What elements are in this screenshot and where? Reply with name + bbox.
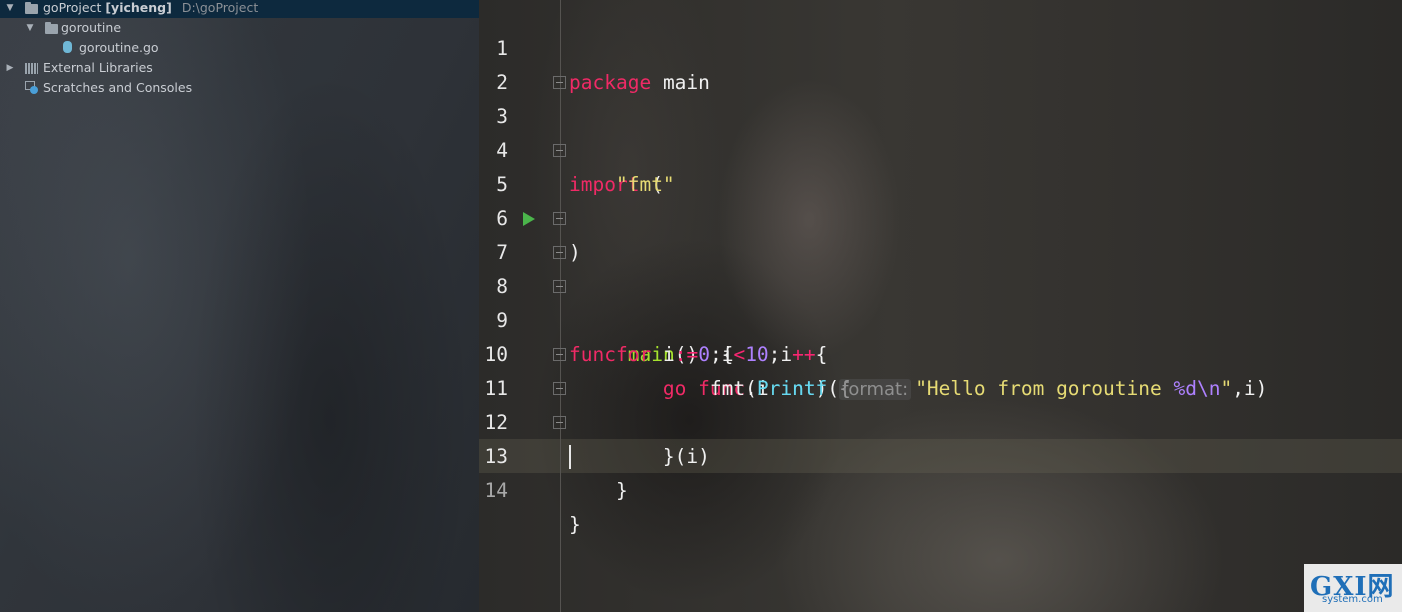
fold-icon[interactable] [553, 348, 566, 361]
external-libraries-label: External Libraries [43, 60, 153, 75]
fold-icon[interactable] [553, 382, 566, 395]
project-tree-panel: ▼ goProject [yicheng] D:\goProject ▼ gor… [0, 0, 479, 612]
code-line[interactable]: 8 for i:=0;i<10;i++{ [479, 236, 1402, 366]
run-icon[interactable] [523, 212, 535, 226]
code-line[interactable]: 9 go func(i int) { [479, 270, 1402, 400]
code-line[interactable]: 12 } [479, 372, 1402, 502]
library-icon [25, 63, 38, 74]
fold-icon[interactable] [553, 76, 566, 89]
text-cursor [569, 445, 571, 469]
code-line[interactable]: 1 package main [479, 0, 1402, 94]
chevron-down-icon[interactable]: ▼ [24, 18, 36, 38]
scratches-label: Scratches and Consoles [43, 80, 193, 95]
tree-item-scratches[interactable]: Scratches and Consoles [0, 78, 479, 98]
fold-icon[interactable] [553, 246, 566, 259]
code-editor[interactable]: 1 package main 2 3 import ( 4 "fmt" 5 ) … [479, 0, 1402, 612]
fold-icon[interactable] [553, 144, 566, 157]
code-line[interactable]: 6 [479, 168, 1402, 230]
tree-item-goroutine-folder[interactable]: ▼ goroutine [0, 18, 479, 38]
fold-icon[interactable] [553, 416, 566, 429]
watermark-site: system.com [1322, 594, 1383, 605]
folder-icon [25, 2, 38, 14]
chevron-right-icon[interactable]: ▶ [4, 58, 16, 78]
folder-label: goroutine [61, 20, 122, 35]
tree-item-project-root[interactable]: ▼ goProject [yicheng] D:\goProject [0, 0, 479, 18]
code-line[interactable]: 13 } [479, 406, 1402, 536]
site-watermark: GXI网 system.com [1304, 564, 1402, 612]
code-line[interactable]: 14 [479, 440, 1402, 502]
project-module: [yicheng] [105, 0, 172, 15]
code-line[interactable]: 5 ) [479, 134, 1402, 264]
code-line[interactable]: 10 fmt.Printf(format: "Hello from gorouti… [479, 304, 1402, 400]
project-name: goProject [43, 0, 102, 15]
fold-icon[interactable] [553, 280, 566, 293]
tree-item-goroutine-file[interactable]: goroutine.go [0, 38, 479, 58]
code-line[interactable]: 11 }(i) [479, 338, 1402, 468]
tree-item-external-libraries[interactable]: ▶ External Libraries [0, 58, 479, 78]
code-line[interactable]: 2 [479, 32, 1402, 94]
code-line[interactable]: 3 import ( [479, 66, 1402, 196]
folder-icon [45, 22, 58, 34]
project-path: D:\goProject [181, 0, 259, 15]
code-line[interactable]: 7 func main() { [479, 202, 1402, 366]
line-number: 14 [484, 479, 508, 502]
scratches-icon [25, 81, 38, 94]
code-line[interactable]: 4 "fmt" [479, 100, 1402, 196]
go-file-icon [63, 41, 72, 53]
file-label: goroutine.go [79, 40, 159, 55]
chevron-down-icon[interactable]: ▼ [4, 0, 16, 18]
fold-icon[interactable] [553, 212, 566, 225]
